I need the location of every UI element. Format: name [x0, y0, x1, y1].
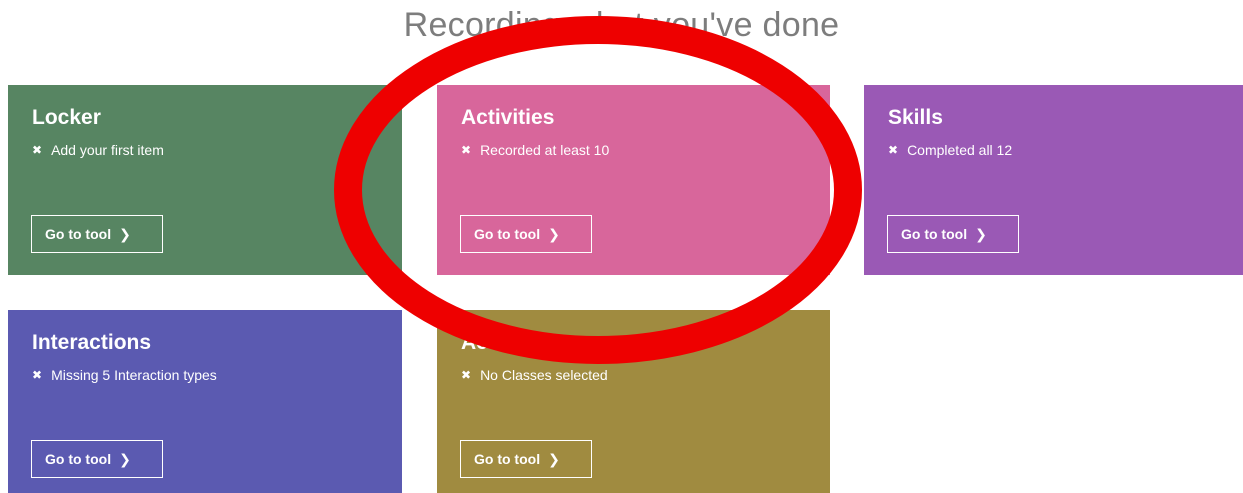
close-icon: ✖: [461, 368, 472, 382]
card-title: Interactions: [32, 331, 152, 354]
card-title: Activities: [461, 106, 555, 129]
close-icon: ✖: [32, 368, 43, 382]
card-interactions: Interactions ✖ Missing 5 Interaction typ…: [8, 310, 402, 493]
card-activities: Activities ✖ Recorded at least 10 Go to …: [437, 85, 830, 275]
card-status: ✖ Recorded at least 10: [461, 142, 808, 158]
card-skills: Skills ✖ Completed all 12 Go to tool ❯: [864, 85, 1243, 275]
page-title: Recording what you've done: [403, 6, 840, 44]
chevron-right-icon: ❯: [119, 450, 131, 467]
go-to-tool-button[interactable]: Go to tool ❯: [460, 440, 592, 478]
go-to-tool-button[interactable]: Go to tool ❯: [887, 215, 1019, 253]
go-to-tool-label: Go to tool: [474, 451, 541, 467]
go-to-tool-label: Go to tool: [901, 226, 968, 242]
card-academics: Academics ✖ No Classes selected Go to to…: [437, 310, 830, 493]
go-to-tool-label: Go to tool: [474, 226, 541, 242]
card-title: Locker: [32, 106, 101, 129]
card-status: ✖ Add your first item: [32, 142, 380, 158]
card-status-text: Recorded at least 10: [480, 142, 610, 158]
go-to-tool-label: Go to tool: [45, 226, 112, 242]
go-to-tool-button[interactable]: Go to tool ❯: [31, 440, 163, 478]
page: Recording what you've done Locker ✖ Add …: [0, 0, 1243, 493]
chevron-right-icon: ❯: [548, 450, 560, 467]
close-icon: ✖: [461, 143, 472, 157]
go-to-tool-button[interactable]: Go to tool ❯: [31, 215, 163, 253]
card-status: ✖ Missing 5 Interaction types: [32, 367, 380, 383]
close-icon: ✖: [888, 143, 899, 157]
card-status: ✖ No Classes selected: [461, 367, 808, 383]
card-status-text: Add your first item: [51, 142, 164, 158]
card-status-text: No Classes selected: [480, 367, 608, 383]
card-status: ✖ Completed all 12: [888, 142, 1221, 158]
close-icon: ✖: [32, 143, 43, 157]
go-to-tool-button[interactable]: Go to tool ❯: [460, 215, 592, 253]
card-status-text: Missing 5 Interaction types: [51, 367, 217, 383]
card-status-text: Completed all 12: [907, 142, 1013, 158]
chevron-right-icon: ❯: [975, 225, 987, 242]
chevron-right-icon: ❯: [548, 225, 560, 242]
go-to-tool-label: Go to tool: [45, 451, 112, 467]
card-title: Academics: [461, 331, 572, 354]
card-title: Skills: [888, 106, 943, 129]
chevron-right-icon: ❯: [119, 225, 131, 242]
card-locker: Locker ✖ Add your first item Go to tool …: [8, 85, 402, 275]
